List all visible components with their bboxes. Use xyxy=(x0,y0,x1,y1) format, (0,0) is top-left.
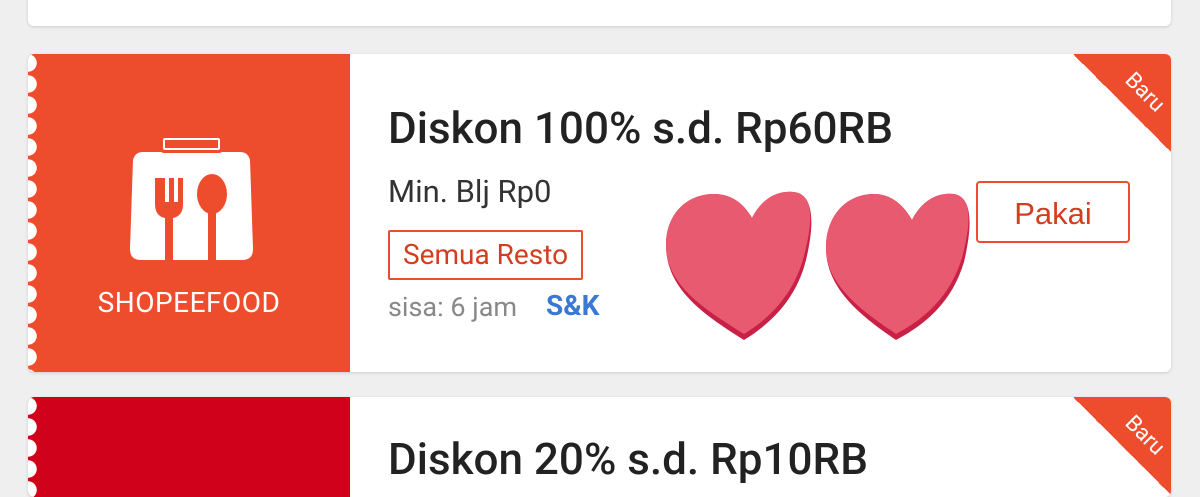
voucher-card-previous xyxy=(28,0,1171,26)
voucher-tag: Semua Resto xyxy=(388,230,584,280)
voucher-perforation-next xyxy=(28,397,37,497)
use-voucher-button[interactable]: Pakai xyxy=(976,181,1130,243)
voucher-expiry: sisa: 6 jam xyxy=(388,291,518,323)
new-ribbon-label-next: Baru xyxy=(1119,410,1170,461)
voucher-brand-panel-next xyxy=(28,397,350,497)
voucher-perforation xyxy=(28,54,37,372)
voucher-title-next: Diskon 20% s.d. Rp10RB xyxy=(388,433,869,485)
new-ribbon: Baru xyxy=(1073,54,1171,152)
voucher-content-next: Diskon 20% s.d. Rp10RB xyxy=(388,397,1171,497)
voucher-card: SHOPEEFOOD Diskon 100% s.d. Rp60RB Min. … xyxy=(28,54,1171,372)
voucher-card-next: Diskon 20% s.d. Rp10RB Baru xyxy=(28,397,1171,497)
new-ribbon-next: Baru xyxy=(1073,397,1171,495)
shopeefood-icon xyxy=(130,135,253,261)
voucher-min-spend: Min. Blj Rp0 xyxy=(388,173,552,210)
hearts-icon xyxy=(666,191,970,340)
voucher-title: Diskon 100% s.d. Rp60RB xyxy=(388,102,894,154)
terms-link[interactable]: S&K xyxy=(546,292,599,320)
brand-label: SHOPEEFOOD xyxy=(97,286,281,319)
voucher-brand-panel: SHOPEEFOOD xyxy=(28,54,350,372)
new-ribbon-label: Baru xyxy=(1119,67,1170,118)
